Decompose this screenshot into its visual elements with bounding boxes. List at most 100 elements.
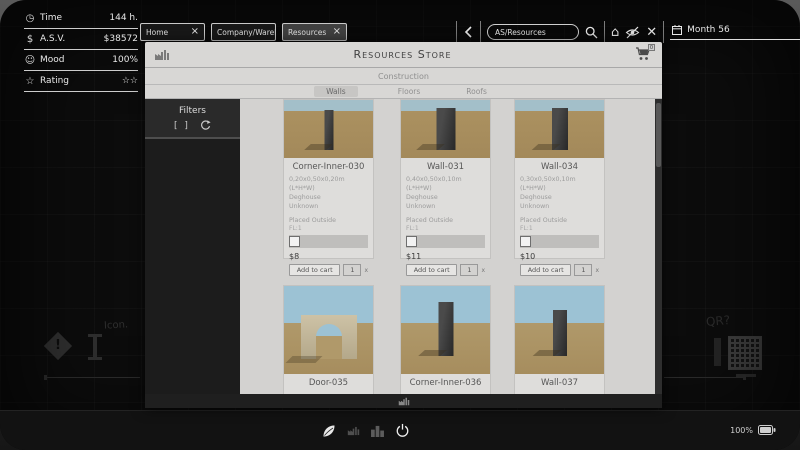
product-brand: Deghouse <box>520 193 599 202</box>
eye-off-icon[interactable] <box>625 26 640 39</box>
product-name: Wall-031 <box>406 162 485 172</box>
scrollbar-thumb[interactable] <box>656 103 661 167</box>
product-price: $11 <box>406 252 485 261</box>
wall-object <box>436 108 455 150</box>
stat-label: A.S.V. <box>40 34 100 44</box>
add-to-cart-button[interactable]: Add to cart <box>520 264 571 276</box>
tab-roofs[interactable]: Roofs <box>460 86 493 97</box>
product-name: Corner-Inner-036 <box>406 378 485 388</box>
product-brand: Deghouse <box>406 193 485 202</box>
vertical-scrollbar[interactable] <box>655 99 662 394</box>
product-card[interactable]: Door-035 <box>283 285 374 394</box>
select-checkbox[interactable] <box>289 236 300 247</box>
divider <box>456 21 457 43</box>
stat-rating[interactable]: ☆ Rating ☆☆ <box>24 71 138 92</box>
qr-side-bar <box>714 338 721 366</box>
tab-company-warehouse[interactable]: Company/Wareho... × <box>211 23 276 41</box>
product-card[interactable]: Wall-037 <box>514 285 605 394</box>
product-image <box>284 286 373 374</box>
filters-reset-icon[interactable] <box>200 120 211 131</box>
quantity-stepper[interactable]: 1 <box>343 264 361 276</box>
power-icon[interactable] <box>395 423 410 438</box>
stat-label: Rating <box>40 76 118 86</box>
product-card[interactable]: Corner-Inner-036 <box>400 285 491 394</box>
product-floor: FL:1 <box>289 225 368 232</box>
star-icon: ☆ <box>24 76 36 87</box>
store-footer <box>145 394 662 408</box>
decor-icon-text: Icon. <box>104 319 129 331</box>
tab-label: Resources <box>288 28 326 37</box>
wall-object <box>553 310 567 356</box>
product-floor: FL:1 <box>406 225 485 232</box>
city-icon[interactable] <box>371 425 384 437</box>
product-origin: Unknown <box>406 202 485 211</box>
product-card[interactable]: Corner-Inner-030 0,20x0,50x0,20m (L*H*W)… <box>283 99 374 259</box>
factory-icon <box>398 397 410 406</box>
stat-time[interactable]: ◷ Time 144 h. <box>24 8 138 29</box>
browser-tab-bar: Home × Company/Wareho... × Resources × <box>140 22 347 42</box>
ruler-line-left <box>44 377 140 378</box>
stat-label: Time <box>40 13 105 23</box>
cart-button[interactable]: 0 <box>635 47 653 63</box>
ibeam-decor-icon <box>88 334 102 360</box>
store-title: Resources Store <box>176 48 629 61</box>
add-to-cart-button[interactable]: Add to cart <box>289 264 340 276</box>
product-grid: Corner-Inner-030 0,20x0,50x0,20m (L*H*W)… <box>240 99 662 394</box>
month-label: Month 56 <box>687 25 730 35</box>
divider <box>480 21 481 43</box>
select-checkbox[interactable] <box>520 236 531 247</box>
product-placement: Placed Outside <box>289 217 368 226</box>
product-price: $10 <box>520 252 599 261</box>
back-button[interactable] <box>463 25 474 39</box>
add-to-cart-button[interactable]: Add to cart <box>406 264 457 276</box>
clock-icon: ◷ <box>24 13 36 24</box>
tab-home[interactable]: Home × <box>140 23 205 41</box>
home-icon[interactable]: ⌂ <box>611 26 619 39</box>
product-image <box>515 286 604 374</box>
select-row <box>289 235 368 248</box>
product-origin: Unknown <box>289 202 368 211</box>
tab-floors[interactable]: Floors <box>392 86 427 97</box>
tab-label: Company/Wareho... <box>217 28 276 37</box>
select-checkbox[interactable] <box>406 236 417 247</box>
tab-walls[interactable]: Walls <box>314 86 358 97</box>
month-indicator[interactable]: Month 56 <box>670 25 800 40</box>
stat-asv[interactable]: $ A.S.V. $38572 <box>24 29 138 50</box>
stats-panel: ◷ Time 144 h. $ A.S.V. $38572 ☺ Mood 100… <box>24 8 138 92</box>
filters-header: Filters [ ] <box>145 99 240 139</box>
tab-close-icon[interactable]: × <box>333 27 341 37</box>
stat-mood[interactable]: ☺ Mood 100% <box>24 50 138 71</box>
decor-qr-text: QR? <box>705 313 730 329</box>
product-image <box>401 286 490 374</box>
factory-icon[interactable] <box>347 426 360 436</box>
wall-object <box>438 302 453 356</box>
product-card[interactable]: Wall-031 0,40x0,50x0,10m (L*H*W) Deghous… <box>400 99 491 259</box>
quantity-stepper[interactable]: 1 <box>574 264 592 276</box>
quantity-suffix: x <box>364 267 368 274</box>
category-header[interactable]: Construction <box>145 68 662 85</box>
store-logo-icon <box>154 49 170 61</box>
filter-brackets-icon[interactable]: [ ] <box>174 121 190 131</box>
mood-icon: ☺ <box>24 55 36 66</box>
product-card[interactable]: Wall-034 0,30x0,50x0,10m (L*H*W) Deghous… <box>514 99 605 259</box>
search-icon[interactable] <box>585 26 598 39</box>
product-name: Wall-034 <box>520 162 599 172</box>
address-input[interactable] <box>487 24 579 40</box>
cart-badge: 0 <box>648 44 655 51</box>
battery-percent: 100% <box>730 426 753 435</box>
product-placement: Placed Outside <box>520 217 599 226</box>
select-row <box>406 235 485 248</box>
wall-object <box>324 110 333 150</box>
tab-close-icon[interactable]: × <box>191 27 199 37</box>
product-dims: 0,40x0,50x0,10m (L*H*W) <box>406 175 485 193</box>
resources-store-window: Resources Store 0 Construction Walls Flo… <box>145 42 662 408</box>
stat-value: 100% <box>112 55 138 65</box>
qr-code <box>728 336 762 370</box>
quantity-suffix: x <box>595 267 599 274</box>
product-name: Corner-Inner-030 <box>289 162 368 172</box>
close-icon[interactable]: ✕ <box>646 26 657 39</box>
product-name: Door-035 <box>289 378 368 388</box>
quantity-stepper[interactable]: 1 <box>460 264 478 276</box>
tab-resources[interactable]: Resources × <box>282 23 347 41</box>
planet-leaf-icon[interactable] <box>322 424 336 438</box>
